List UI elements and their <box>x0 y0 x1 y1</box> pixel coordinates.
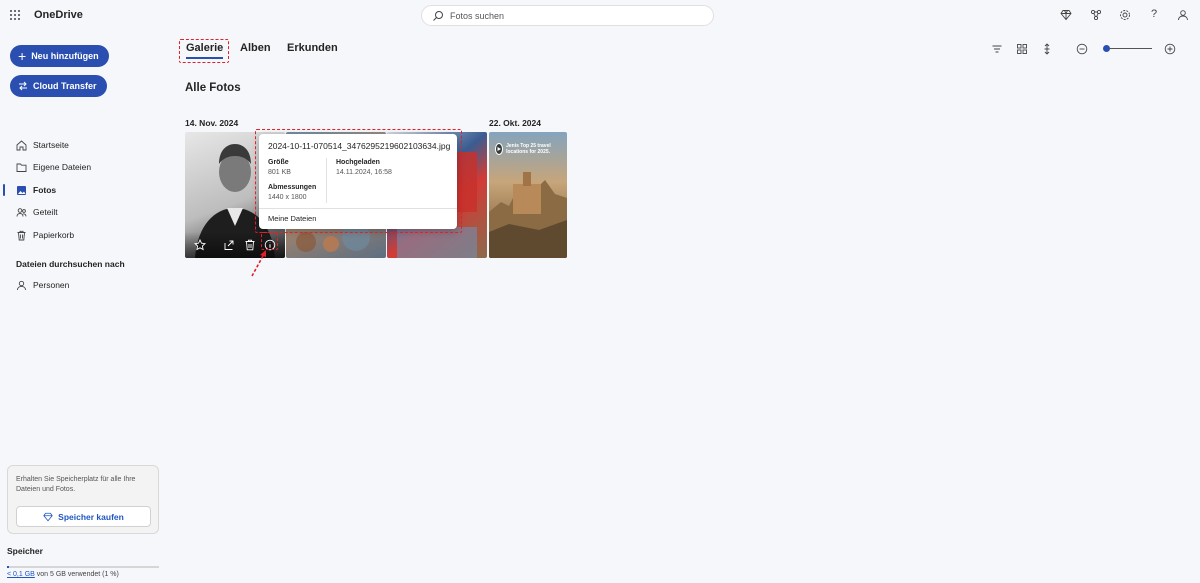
sidebar-item-papierkorb[interactable]: Papierkorb <box>16 227 74 243</box>
promo-text: Erhalten Sie Speicherplatz für alle Ihre… <box>16 476 136 493</box>
plus-icon: + <box>18 48 27 64</box>
help-icon[interactable]: ? <box>1151 8 1157 20</box>
search-icon <box>433 11 443 21</box>
new-add-button[interactable]: + Neu hinzufügen <box>10 45 109 67</box>
top-bar: OneDrive Fotos suchen ? <box>0 0 1200 32</box>
buy-storage-label: Speicher kaufen <box>58 511 124 522</box>
favorite-star-icon[interactable] <box>194 239 206 251</box>
storage-heading: Speicher <box>7 546 43 556</box>
premium-diamond-icon[interactable] <box>1060 9 1072 21</box>
video-thumbnail[interactable]: Jenis Top 25 travel locations for 2025. <box>489 132 567 258</box>
tab-erkunden[interactable]: Erkunden <box>287 42 338 54</box>
page-title: Alle Fotos <box>185 82 241 94</box>
sidebar-item-fotos[interactable]: Fotos <box>16 182 56 198</box>
sidebar-item-label: Startseite <box>33 140 69 150</box>
transfer-arrows-icon <box>19 81 27 91</box>
share-icon[interactable] <box>223 239 235 251</box>
date-group-label: 22. Okt. 2024 <box>489 118 541 128</box>
app-launcher-icon[interactable] <box>10 10 20 20</box>
sidebar-item-personen[interactable]: Personen <box>16 277 69 293</box>
play-icon[interactable] <box>495 143 504 155</box>
sidebar-item-startseite[interactable]: Startseite <box>16 137 69 153</box>
zoom-slider-track[interactable] <box>1104 48 1152 49</box>
layout-grid-icon[interactable] <box>1016 43 1028 55</box>
sidebar-item-label: Eigene Dateien <box>33 162 92 172</box>
storage-used-link[interactable]: < 0,1 GB <box>7 571 35 578</box>
storage-used-rest: von 5 GB verwendet (1 %) <box>34 571 119 578</box>
annotation-highlight-popup <box>255 129 462 233</box>
people-icon <box>16 207 27 217</box>
date-group-label: 14. Nov. 2024 <box>185 118 239 128</box>
timeline-scrub-icon[interactable] <box>1041 43 1053 55</box>
annotation-arrow-icon <box>251 250 266 277</box>
search-box[interactable]: Fotos suchen <box>421 5 714 26</box>
zoom-in-icon[interactable] <box>1164 43 1176 55</box>
sidebar-item-label: Personen <box>33 280 70 290</box>
settings-gear-icon[interactable] <box>1119 9 1131 21</box>
sidebar-item-label: Fotos <box>33 185 57 195</box>
storage-promo-card: Erhalten Sie Speicherplatz für alle Ihre… <box>7 465 159 534</box>
filter-icon[interactable] <box>991 43 1003 55</box>
trash-icon <box>17 230 26 240</box>
tab-alben[interactable]: Alben <box>240 42 271 54</box>
photos-icon <box>17 185 26 195</box>
app-title[interactable]: OneDrive <box>34 9 83 21</box>
sidebar-item-geteilt[interactable]: Geteilt <box>16 204 58 220</box>
person-icon <box>17 280 26 290</box>
sidebar-item-eigene-dateien[interactable]: Eigene Dateien <box>16 159 91 175</box>
diamond-icon <box>43 512 53 521</box>
storage-usage-bar <box>7 566 159 568</box>
zoom-slider-handle[interactable] <box>1103 45 1110 52</box>
sidebar-item-label: Geteilt <box>33 207 58 217</box>
storage-usage-fill <box>7 566 9 568</box>
new-add-button-label: Neu hinzufügen <box>31 51 99 61</box>
video-caption: Jenis Top 25 travel locations for 2025. <box>506 143 551 155</box>
annotation-highlight-tab <box>179 39 229 63</box>
cloud-transfer-button-label: Cloud Transfer <box>33 81 97 91</box>
video-badge: Jenis Top 25 travel locations for 2025. <box>495 139 561 159</box>
folder-icon <box>16 163 27 172</box>
account-avatar-icon[interactable] <box>1177 9 1189 21</box>
search-placeholder: Fotos suchen <box>450 11 505 21</box>
storage-usage-text: < 0,1 GB von 5 GB verwendet (1 %) <box>7 571 119 578</box>
home-icon <box>16 139 27 150</box>
sidebar-item-label: Papierkorb <box>33 230 75 240</box>
browse-section-heading: Dateien durchsuchen nach <box>16 259 125 269</box>
share-network-icon[interactable] <box>1090 9 1102 21</box>
cloud-transfer-button[interactable]: Cloud Transfer <box>10 75 107 97</box>
active-nav-indicator <box>3 184 5 196</box>
buy-storage-button[interactable]: Speicher kaufen <box>16 506 151 527</box>
zoom-out-icon[interactable] <box>1076 43 1088 55</box>
